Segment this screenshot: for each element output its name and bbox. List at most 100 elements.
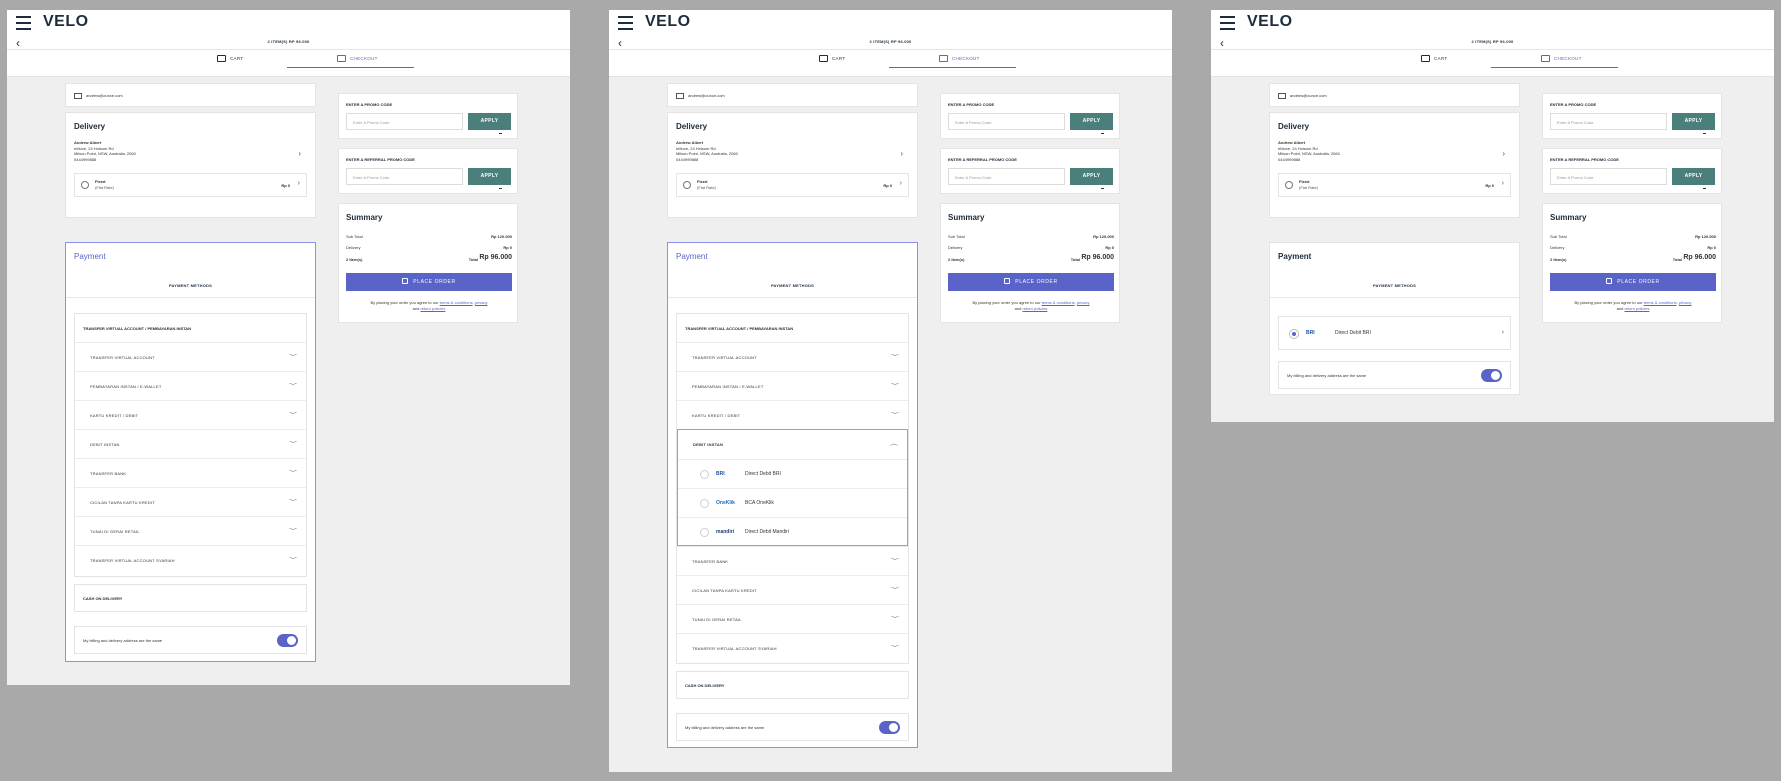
- tab-cart[interactable]: CART: [1421, 55, 1447, 62]
- referral-code-input[interactable]: Enter A Promo Code: [1550, 168, 1667, 185]
- envelope-icon: [74, 93, 82, 99]
- accordion-label: CICILAN TANPA KARTU KREDIT: [692, 588, 757, 593]
- billing-same-toggle[interactable]: [879, 721, 900, 734]
- cash-on-delivery[interactable]: CASH ON DELIVERY: [676, 671, 909, 699]
- radio-selected[interactable]: [1289, 329, 1299, 339]
- tab-checkout[interactable]: CHECKOUT: [337, 55, 378, 62]
- billing-same-toggle[interactable]: [277, 634, 298, 647]
- privacy-link[interactable]: privacy: [1077, 300, 1090, 305]
- tab-checkout[interactable]: CHECKOUT: [939, 55, 980, 62]
- hamburger-menu-icon[interactable]: [16, 16, 31, 30]
- radio-button[interactable]: [700, 499, 709, 508]
- velo-logo[interactable]: VELO: [43, 13, 89, 31]
- accordion-transfer-bank[interactable]: TRANSFER BANK ﹀: [75, 458, 306, 487]
- mandiri-logo: mandiri: [716, 529, 735, 535]
- apply-referral-button[interactable]: APPLY: [1070, 168, 1113, 185]
- chevron-right-icon[interactable]: ›: [298, 149, 301, 158]
- privacy-link[interactable]: privacy: [475, 300, 488, 305]
- accordion-ewallet[interactable]: PEMBAYARAN INSTAN / E-WALLET ﹀: [75, 371, 306, 400]
- place-order-button[interactable]: PLACE ORDER: [346, 273, 512, 291]
- terms-text: By placing your order you agree to our t…: [370, 300, 488, 311]
- accordion-tunai[interactable]: TUNAI DI GERAI RETAIL ﹀: [677, 604, 908, 633]
- shipping-method[interactable]: Fixed (Flat Rate) Rp 0 ›: [1278, 173, 1511, 197]
- tab-checkout[interactable]: CHECKOUT: [1541, 55, 1582, 62]
- place-order-button[interactable]: PLACE ORDER: [1550, 273, 1716, 291]
- terms-link[interactable]: terms & conditions: [1042, 300, 1075, 305]
- apply-referral-button[interactable]: APPLY: [1672, 168, 1715, 185]
- tab-active-underline: [287, 67, 414, 68]
- promo-card: ENTER A PROMO CODE Enter A Promo Code AP…: [940, 93, 1120, 139]
- shipping-method[interactable]: Fixed (Flat Rate) Rp 0 ›: [74, 173, 307, 197]
- artboard-checkout-debit-expanded: VELO ‹ 2 ITEM(S) RP 96.000 CART CHECKOUT…: [609, 10, 1172, 772]
- accordion-transfer-va[interactable]: TRANSFER VIRTUAL ACCOUNT ﹀: [677, 342, 908, 371]
- accordion-ewallet[interactable]: PEMBAYARAN INSTAN / E-WALLET ﹀: [677, 371, 908, 400]
- apply-promo-button[interactable]: APPLY: [468, 113, 511, 130]
- promo-code-input[interactable]: Enter A Promo Code: [948, 113, 1065, 130]
- radio-button[interactable]: [700, 470, 709, 479]
- accordion-cicilan[interactable]: CICILAN TANPA KARTU KREDIT ﹀: [75, 487, 306, 516]
- lock-icon: [402, 278, 409, 284]
- bank-option-bca[interactable]: OneKlik BCA OneKlik: [678, 488, 907, 517]
- radio-button[interactable]: [700, 528, 709, 537]
- chevron-down-icon: ﹀: [891, 586, 899, 593]
- return-policy-link[interactable]: return policies: [1624, 306, 1649, 311]
- place-order-button[interactable]: PLACE ORDER: [948, 273, 1114, 291]
- payment-group: TRANSFER VIRTUAL ACCOUNT / PEMBAYARAN IN…: [74, 313, 307, 577]
- referral-code-input[interactable]: Enter A Promo Code: [346, 168, 463, 185]
- accordion-credit-card[interactable]: KARTU KREDIT / DEBIT ﹀: [75, 400, 306, 429]
- referral-code-input[interactable]: Enter A Promo Code: [948, 168, 1065, 185]
- payment-group-title: TRANSFER VIRTUAL ACCOUNT / PEMBAYARAN IN…: [83, 326, 192, 331]
- chevron-right-icon[interactable]: ›: [1502, 149, 1505, 158]
- shipping-icon: [683, 181, 691, 189]
- tab-active-underline: [889, 67, 1016, 68]
- accordion-transfer-va[interactable]: TRANSFER VIRTUAL ACCOUNT ﹀: [75, 342, 306, 371]
- delivery-address[interactable]: Andrew Albert eMove, 24 Holsom Rd Milson…: [1278, 140, 1340, 162]
- cash-on-delivery[interactable]: CASH ON DELIVERY: [74, 584, 307, 612]
- delivery-label: Delivery: [1550, 245, 1565, 250]
- promo-code-input[interactable]: Enter A Promo Code: [346, 113, 463, 130]
- apply-promo-button[interactable]: APPLY: [1672, 113, 1715, 130]
- promo-card: ENTER A PROMO CODE Enter A Promo Code AP…: [338, 93, 518, 139]
- billing-same-toggle[interactable]: [1481, 369, 1502, 382]
- accordion-debit-instan-open[interactable]: DEBIT INSTAN ︿ BRI Direct Debit BRI OneKl…: [677, 429, 908, 546]
- accordion-label: TRANSFER VIRTUAL ACCOUNT: [90, 355, 155, 360]
- terms-text: By placing your order you agree to our t…: [1574, 300, 1692, 311]
- bank-option-mandiri[interactable]: mandiri Direct Debit Mandiri: [678, 517, 907, 546]
- apply-promo-button[interactable]: APPLY: [1070, 113, 1113, 130]
- velo-logo[interactable]: VELO: [1247, 13, 1293, 31]
- shipping-method[interactable]: Fixed (Flat Rate) Rp 0 ›: [676, 173, 909, 197]
- chevron-right-icon[interactable]: ›: [900, 149, 903, 158]
- chevron-down-icon: ﹀: [891, 615, 899, 622]
- hamburger-menu-icon[interactable]: [618, 16, 633, 30]
- bank-option-bri[interactable]: BRI Direct Debit BRI: [678, 459, 907, 488]
- accordion-label: KARTU KREDIT / DEBIT: [90, 413, 139, 418]
- terms-link[interactable]: terms & conditions: [440, 300, 473, 305]
- accordion-va-syariah[interactable]: TRANSFER VIRTUAL ACCOUNT SYARIAH ﹀: [75, 545, 306, 574]
- billing-same-row: My billing and delivery address are the …: [676, 713, 909, 741]
- promo-code-input[interactable]: Enter A Promo Code: [1550, 113, 1667, 130]
- delivery-address[interactable]: Andrew Albert eMove, 24 Holsom Rd Milson…: [74, 140, 136, 162]
- terms-link[interactable]: terms & conditions: [1644, 300, 1677, 305]
- accordion-credit-card[interactable]: KARTU KREDIT / DEBIT ﹀: [677, 400, 908, 429]
- accordion-tunai[interactable]: TUNAI DI GERAI RETAIL ﹀: [75, 516, 306, 545]
- delivery-title: Delivery: [676, 122, 708, 131]
- return-policy-link[interactable]: return policies: [1022, 306, 1047, 311]
- address-line2: Milson Point, NSW, Australia, 2060: [676, 151, 738, 156]
- accordion-va-syariah[interactable]: TRANSFER VIRTUAL ACCOUNT SYARIAH ﹀: [677, 633, 908, 662]
- velo-logo[interactable]: VELO: [645, 13, 691, 31]
- hamburger-menu-icon[interactable]: [1220, 16, 1235, 30]
- accordion-debit-instan[interactable]: DEBIT INSTAN ﹀: [75, 429, 306, 458]
- privacy-link[interactable]: privacy: [1679, 300, 1692, 305]
- shipping-price: Rp 0: [281, 183, 290, 188]
- tab-cart[interactable]: CART: [217, 55, 243, 62]
- return-policy-link[interactable]: return policies: [420, 306, 445, 311]
- accordion-cicilan[interactable]: CICILAN TANPA KARTU KREDIT ﹀: [677, 575, 908, 604]
- selected-payment-method[interactable]: BRI Direct Debit BRI ›: [1278, 316, 1511, 350]
- subtotal-value: Rp 120.000: [1093, 234, 1114, 239]
- basket-icon: [217, 55, 226, 62]
- delivery-address[interactable]: Andrew Albert eMove, 24 Holsom Rd Milson…: [676, 140, 738, 162]
- lock-icon: [1606, 278, 1613, 284]
- accordion-transfer-bank[interactable]: TRANSFER BANK ﹀: [677, 546, 908, 575]
- tab-cart[interactable]: CART: [819, 55, 845, 62]
- apply-referral-button[interactable]: APPLY: [468, 168, 511, 185]
